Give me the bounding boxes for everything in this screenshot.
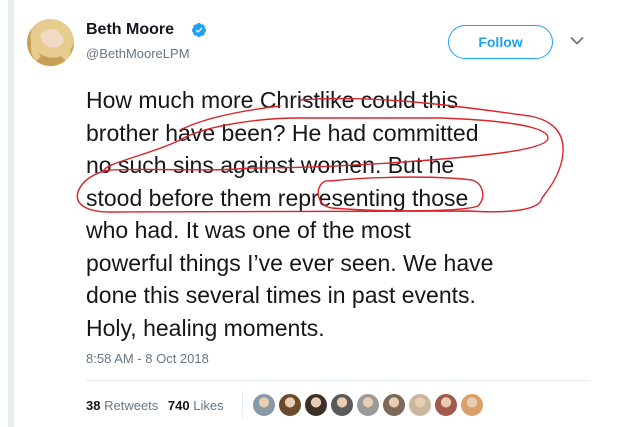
tweet-line: who had. It was one of the most: [86, 217, 411, 243]
liker-avatar[interactable]: [434, 393, 458, 417]
tweet-line: How much more Christlike could this: [86, 87, 458, 113]
tweet-line: Holy, healing moments.: [86, 314, 325, 341]
tweet-card: Beth Moore @BethMooreLPM Follow How much…: [0, 0, 625, 427]
liker-avatar[interactable]: [330, 393, 354, 417]
retweets-label: Retweets: [104, 398, 159, 413]
tweet-line: stood before them representing those: [86, 184, 469, 211]
tweet-stats: 38 Retweets 740 Likes: [86, 398, 230, 413]
tweet-line: brother have been? He had committed: [86, 119, 479, 146]
liker-avatar[interactable]: [408, 393, 432, 417]
tweet-timestamp[interactable]: 8:58 AM - 8 Oct 2018: [86, 351, 209, 366]
avatar-hair: [31, 22, 71, 66]
default-avatar-icon[interactable]: [252, 393, 276, 417]
tweet-line: powerful things I’ve ever seen. We have: [86, 249, 494, 276]
author-name[interactable]: Beth Moore: [86, 21, 174, 39]
liker-avatar[interactable]: [460, 393, 484, 417]
liker-avatar[interactable]: [278, 393, 302, 417]
verified-badge-icon: [192, 23, 206, 37]
stats-divider: [242, 391, 243, 419]
tweet-line: done this several times in past events.: [86, 282, 476, 308]
author-handle[interactable]: @BethMooreLPM: [86, 46, 190, 61]
likes-label: Likes: [193, 398, 224, 413]
chevron-down-icon[interactable]: [570, 36, 584, 46]
divider: [86, 380, 590, 381]
retweets-count: 38: [86, 398, 101, 413]
retweets-stat[interactable]: 38 Retweets: [86, 398, 158, 413]
follow-button[interactable]: Follow: [448, 25, 553, 59]
tweet-text: How much more Christlike could this brot…: [86, 84, 586, 344]
likes-stat[interactable]: 740 Likes: [168, 398, 224, 413]
likes-count: 740: [167, 398, 190, 413]
tweet-line: no such sins against women. But he: [86, 152, 455, 178]
author-avatar[interactable]: [27, 19, 74, 66]
liker-avatar[interactable]: [304, 393, 328, 417]
liker-avatar[interactable]: [356, 393, 380, 417]
liker-avatar[interactable]: [382, 393, 406, 417]
